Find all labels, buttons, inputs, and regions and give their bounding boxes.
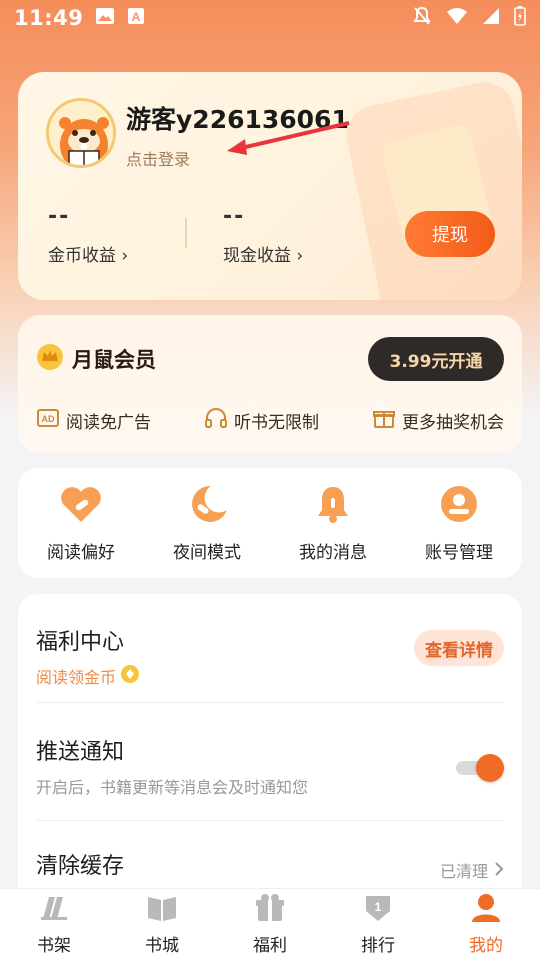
divider (185, 218, 187, 248)
coin-icon (120, 664, 140, 688)
login-link[interactable]: 点击登录 (126, 146, 190, 170)
coin-earnings[interactable]: -- 金币收益 › (48, 204, 128, 266)
perk-label: 听书无限制 (234, 413, 319, 433)
mute-icon (412, 6, 432, 30)
chevron-right-icon (494, 861, 504, 880)
cash-earnings[interactable]: -- 现金收益 › (223, 204, 303, 266)
bookshelf-icon (37, 893, 71, 927)
account-management[interactable]: 账号管理 (404, 484, 514, 563)
perk-label: 阅读免广告 (66, 413, 151, 433)
quick-label: 夜间模式 (173, 542, 241, 563)
my-messages[interactable]: 我的消息 (278, 484, 388, 563)
welfare-subtitle: 阅读领金币 (36, 668, 117, 687)
settings-list: 福利中心 阅读领金币 查看详情 推送通知 开启后，书籍更新等消息会及时通知您 清… (18, 594, 522, 914)
chevron-right-icon: › (121, 246, 129, 266)
reading-preference[interactable]: 阅读偏好 (26, 484, 136, 563)
gift-icon (372, 407, 396, 434)
font-app-icon: A (127, 7, 145, 29)
coin-label: 金币收益 (48, 246, 116, 266)
user-icon (469, 893, 503, 927)
cash-value: -- (223, 204, 246, 229)
nav-label: 书城 (145, 936, 179, 956)
status-time: 11:49 (14, 6, 84, 30)
avatar[interactable] (46, 98, 116, 168)
nav-label: 福利 (253, 936, 287, 956)
perk-audiobook: 听书无限制 (204, 407, 319, 434)
night-mode[interactable]: 夜间模式 (152, 484, 262, 563)
ranking-badge-icon: 1 (361, 893, 395, 927)
nav-welfare[interactable]: 福利 (230, 893, 310, 956)
nav-ranking[interactable]: 1 排行 (338, 893, 418, 956)
heart-icon (59, 484, 103, 528)
red-arrow-annotation (227, 121, 350, 155)
member-title: 月鼠会员 (36, 343, 156, 375)
gift-box-icon (253, 893, 287, 927)
nav-label: 排行 (361, 936, 395, 956)
crown-icon (36, 343, 64, 375)
member-card[interactable]: 月鼠会员 3.99元开通 AD 阅读免广告 听书无限制 更多抽奖机会 (18, 315, 522, 453)
withdraw-button[interactable]: 提现 (405, 211, 495, 257)
nav-label: 书架 (37, 936, 71, 956)
cache-status: 已清理 (439, 862, 488, 881)
status-bar: 11:49 A (0, 0, 540, 36)
member-title-text: 月鼠会员 (72, 348, 156, 372)
book-icon (145, 893, 179, 927)
headphones-icon (204, 407, 228, 434)
quick-label: 账号管理 (425, 542, 493, 563)
coin-value: -- (48, 204, 71, 229)
divider (36, 820, 504, 821)
cache-title: 清除缓存 (36, 854, 125, 879)
battery-icon (514, 6, 526, 30)
quick-label: 我的消息 (299, 542, 367, 563)
nav-bookshelf[interactable]: 书架 (14, 893, 94, 956)
member-perks: AD 阅读免广告 听书无限制 更多抽奖机会 (36, 407, 504, 434)
ad-free-icon: AD (36, 407, 60, 434)
push-title: 推送通知 (36, 740, 125, 765)
signal-icon (482, 7, 500, 29)
wifi-icon (446, 7, 468, 29)
nav-mine[interactable]: 我的 (446, 893, 526, 956)
bell-icon (311, 484, 355, 528)
push-toggle[interactable] (454, 754, 504, 782)
svg-text:A: A (132, 10, 141, 24)
beaver-avatar-icon (49, 101, 113, 165)
image-icon (95, 7, 115, 29)
nav-label: 我的 (469, 936, 503, 956)
moon-icon (185, 484, 229, 528)
push-notification-row: 推送通知 开启后，书籍更新等消息会及时通知您 (36, 734, 504, 804)
chevron-right-icon: › (296, 246, 304, 266)
svg-text:AD: AD (42, 414, 55, 424)
account-icon (437, 484, 481, 528)
perk-lottery: 更多抽奖机会 (372, 407, 504, 434)
quick-label: 阅读偏好 (47, 542, 115, 563)
view-details-button[interactable]: 查看详情 (414, 630, 504, 666)
bottom-navigation: 书架 书城 福利 1 排行 我的 (0, 888, 540, 960)
push-subtitle: 开启后，书籍更新等消息会及时通知您 (36, 778, 309, 797)
member-open-button[interactable]: 3.99元开通 (368, 337, 504, 381)
quick-actions: 阅读偏好 夜间模式 我的消息 账号管理 (18, 468, 522, 578)
divider (36, 702, 504, 703)
perk-no-ads: AD 阅读免广告 (36, 407, 151, 434)
profile-card: 游客y226136061 点击登录 -- 金币收益 › -- 现金收益 › 提现 (18, 72, 522, 300)
perk-label: 更多抽奖机会 (402, 413, 504, 433)
cash-label: 现金收益 (223, 246, 291, 266)
svg-text:1: 1 (375, 900, 382, 914)
nav-bookstore[interactable]: 书城 (122, 893, 202, 956)
welfare-center-row[interactable]: 福利中心 阅读领金币 查看详情 (36, 624, 504, 694)
